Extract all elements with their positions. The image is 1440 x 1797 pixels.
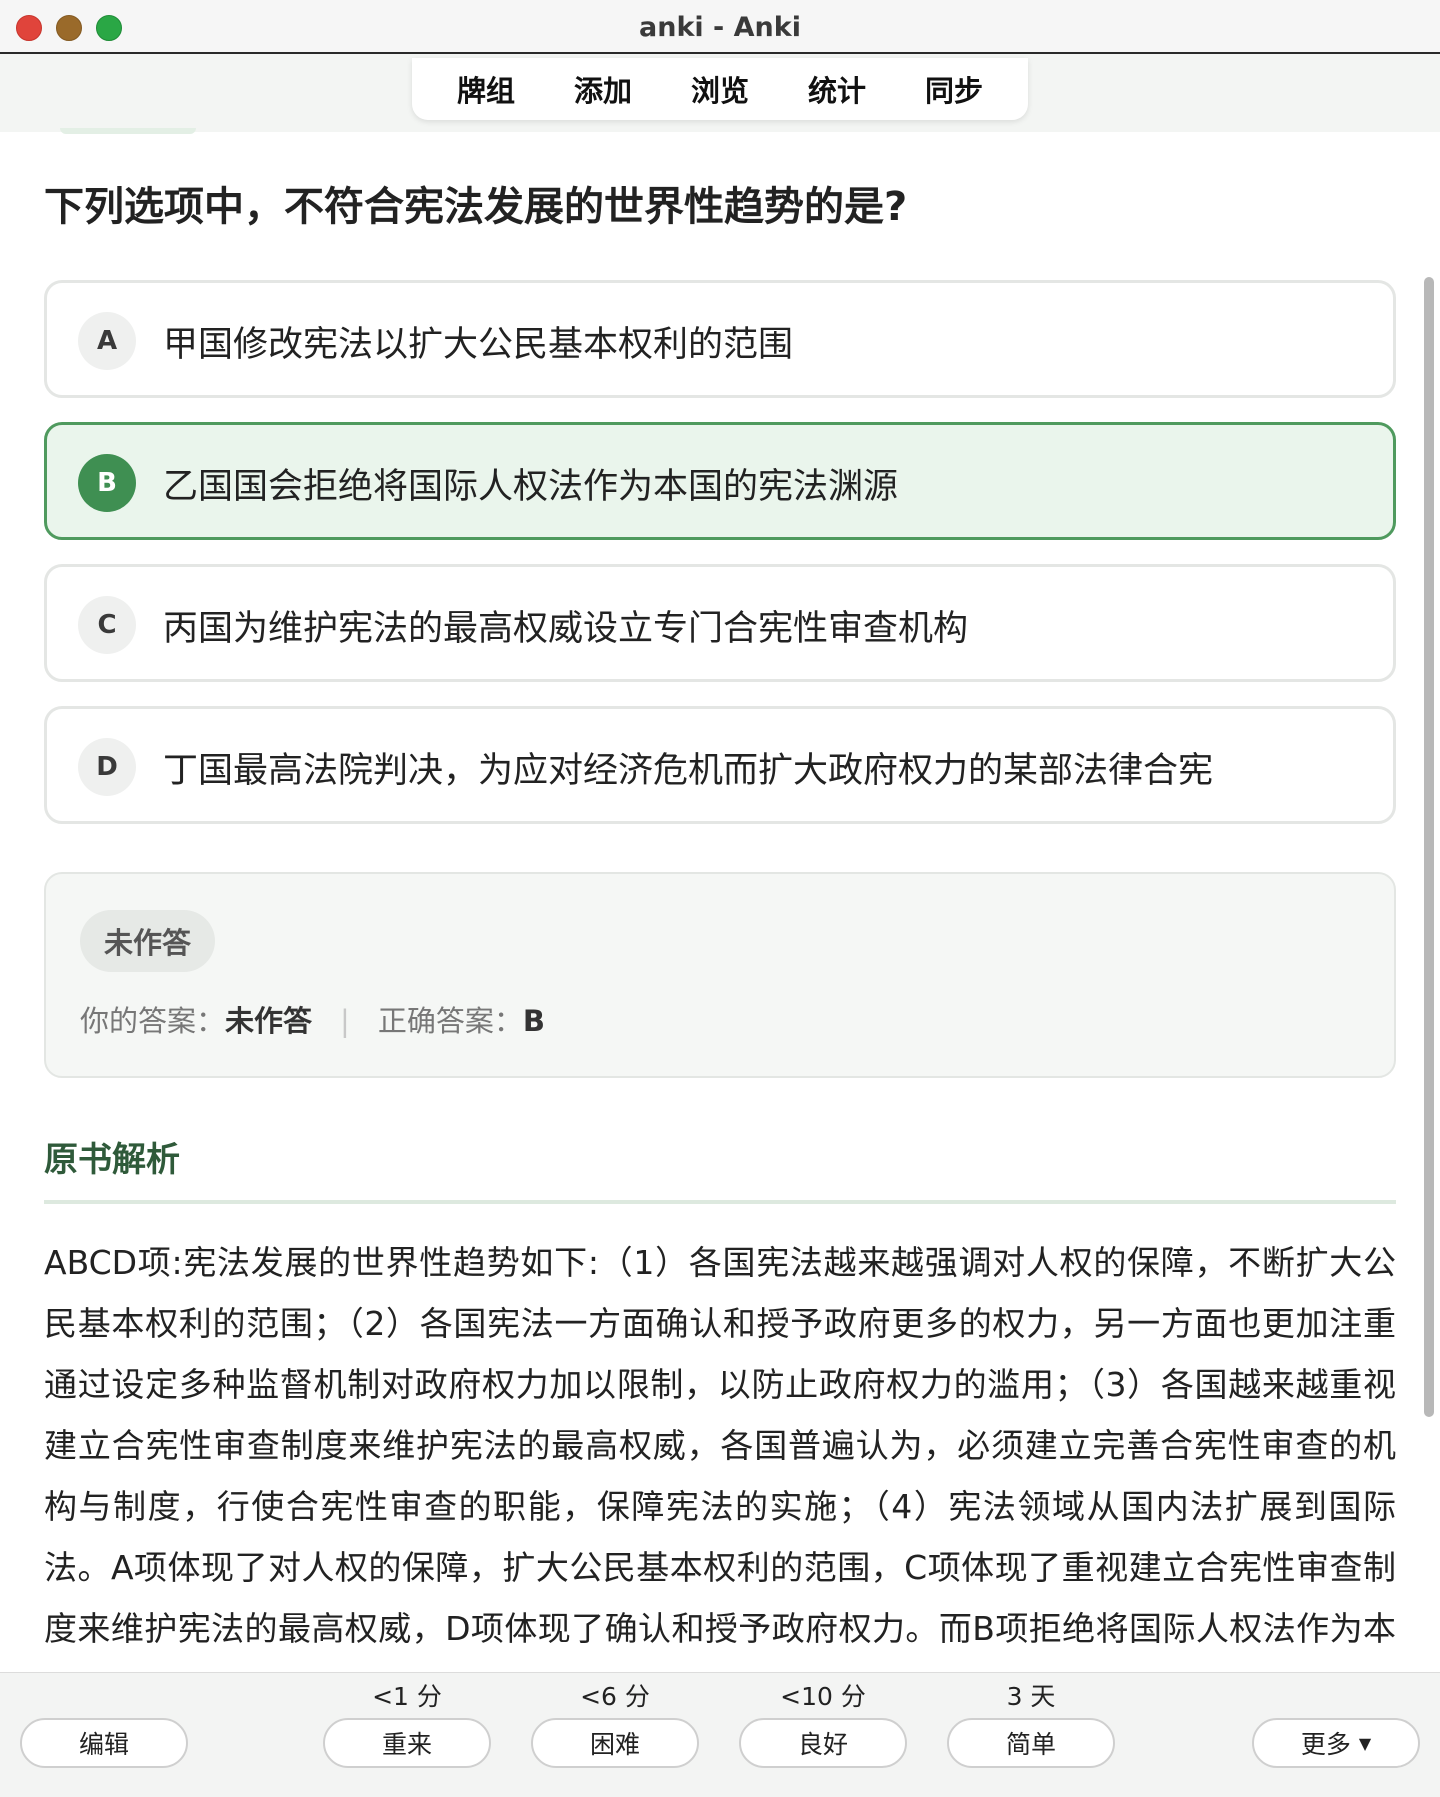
- toolbar-sync[interactable]: 同步: [911, 64, 997, 114]
- option-letter: B: [78, 454, 136, 512]
- option-letter: D: [78, 738, 136, 796]
- answer-separator: |: [340, 1004, 350, 1038]
- main-toolbar: 牌组 添加 浏览 统计 同步: [412, 58, 1028, 120]
- good-interval: <10 分: [780, 1682, 866, 1711]
- hard-interval: <6 分: [580, 1682, 650, 1711]
- edit-button[interactable]: 编辑: [20, 1718, 188, 1768]
- option-text: 乙国国会拒绝将国际人权法作为本国的宪法渊源: [163, 467, 899, 507]
- toolbar-decks[interactable]: 牌组: [443, 64, 529, 114]
- easy-button[interactable]: 简单: [947, 1718, 1115, 1768]
- correct-answer-label: 正确答案：: [377, 1004, 523, 1038]
- more-label: 更多: [1300, 1730, 1351, 1759]
- easy-interval: 3 天: [1006, 1682, 1056, 1711]
- again-button[interactable]: 重来: [323, 1718, 491, 1768]
- card-content: 下列选项中，不符合宪法发展的世界性趋势的是? A 甲国修改宪法以扩大公民基本权利…: [44, 132, 1396, 1672]
- more-button[interactable]: 更多 ▼: [1252, 1718, 1420, 1768]
- your-answer-value: 未作答: [225, 1004, 313, 1038]
- again-interval: <1 分: [372, 1682, 442, 1711]
- title-bar: anki - Anki: [0, 0, 1440, 54]
- caret-down-icon: ▼: [1358, 1733, 1372, 1753]
- option-letter: A: [78, 312, 136, 370]
- option-text: 丙国为维护宪法的最高权威设立专门合宪性审查机构: [163, 609, 969, 649]
- analysis-text: ABCD项:宪法发展的世界性趋势如下:（1）各国宪法越来越强调对人权的保障，不断…: [44, 1243, 1396, 1672]
- analysis-divider: [44, 1200, 1396, 1204]
- option-text: 丁国最高法院判决，为应对经济危机而扩大政府权力的某部法律合宪: [163, 751, 1214, 791]
- option-a[interactable]: A 甲国修改宪法以扩大公民基本权利的范围: [44, 280, 1396, 398]
- option-b[interactable]: B 乙国国会拒绝将国际人权法作为本国的宪法渊源: [44, 422, 1396, 540]
- option-text: 甲国修改宪法以扩大公民基本权利的范围: [163, 325, 794, 365]
- analysis-heading: 原书解析: [44, 1140, 180, 1180]
- result-panel: 未作答 你的答案：未作答 | 正确答案：B: [44, 872, 1396, 1078]
- question-text: 下列选项中，不符合宪法发展的世界性趋势的是?: [44, 184, 908, 230]
- window-title: anki - Anki: [639, 12, 801, 43]
- answer-bar: 编辑 <1 分 重来 <6 分 困难 <10 分 良好 3 天 简单 更多 ▼: [0, 1672, 1440, 1797]
- good-button[interactable]: 良好: [739, 1718, 907, 1768]
- toolbar-stats[interactable]: 统计: [794, 64, 880, 114]
- answer-summary: 你的答案：未作答 | 正确答案：B: [80, 998, 545, 1040]
- your-answer-label: 你的答案：: [80, 1004, 226, 1038]
- answer-status-badge: 未作答: [80, 910, 216, 972]
- vertical-scrollbar[interactable]: [1424, 277, 1434, 1417]
- hard-button[interactable]: 困难: [531, 1718, 699, 1768]
- toolbar-add[interactable]: 添加: [560, 64, 646, 114]
- option-letter: C: [78, 596, 136, 654]
- correct-answer-value: B: [522, 1004, 545, 1038]
- option-c[interactable]: C 丙国为维护宪法的最高权威设立专门合宪性审查机构: [44, 564, 1396, 682]
- toolbar-browse[interactable]: 浏览: [677, 64, 763, 114]
- option-d[interactable]: D 丁国最高法院判决，为应对经济危机而扩大政府权力的某部法律合宪: [44, 706, 1396, 824]
